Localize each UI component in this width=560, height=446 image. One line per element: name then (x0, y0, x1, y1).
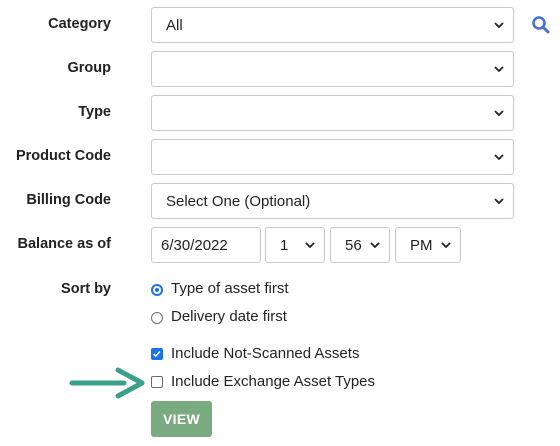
billing-code-value: Select One (Optional) (166, 192, 311, 210)
billing-code-select[interactable]: Select One (Optional) (151, 183, 514, 219)
minute-value: 56 (345, 236, 362, 254)
ampm-value: PM (410, 236, 433, 254)
ampm-select[interactable]: PM (395, 227, 461, 263)
view-button[interactable]: VIEW (151, 401, 212, 437)
category-value: All (166, 16, 183, 34)
chevron-down-icon (494, 22, 504, 29)
sort-type-label[interactable]: Type of asset first (171, 280, 289, 297)
check-icon (153, 351, 161, 358)
minute-select[interactable]: 56 (330, 227, 390, 263)
not-scanned-checkbox[interactable] (151, 348, 163, 360)
billing-code-label: Billing Code (26, 192, 111, 208)
balance-date-value: 6/30/2022 (161, 236, 228, 254)
type-label: Type (78, 104, 111, 120)
category-select[interactable]: All (151, 7, 514, 43)
sort-delivery-radio[interactable] (151, 312, 163, 324)
product-code-select[interactable] (151, 139, 514, 175)
search-icon[interactable] (531, 15, 551, 35)
not-scanned-label[interactable]: Include Not-Scanned Assets (171, 345, 359, 362)
chevron-down-icon (305, 242, 315, 249)
hour-value: 1 (280, 236, 289, 254)
product-code-label: Product Code (15, 148, 111, 164)
sort-delivery-label[interactable]: Delivery date first (171, 308, 287, 325)
type-select[interactable] (151, 95, 514, 131)
group-label: Group (67, 60, 112, 76)
group-select[interactable] (151, 51, 514, 87)
balance-as-of-label: Balance as of (17, 236, 112, 252)
chevron-down-icon (370, 242, 380, 249)
balance-date-input[interactable]: 6/30/2022 (151, 227, 261, 263)
hour-select[interactable]: 1 (265, 227, 325, 263)
exchange-label[interactable]: Include Exchange Asset Types (171, 373, 375, 390)
sort-by-label: Sort by (61, 281, 111, 297)
chevron-down-icon (494, 66, 504, 73)
chevron-down-icon (494, 198, 504, 205)
chevron-down-icon (441, 242, 451, 249)
chevron-down-icon (494, 110, 504, 117)
arrow-right-icon (69, 367, 145, 399)
chevron-down-icon (494, 154, 504, 161)
sort-type-radio[interactable] (151, 284, 163, 296)
category-label: Category (48, 16, 111, 32)
exchange-checkbox[interactable] (151, 376, 163, 388)
